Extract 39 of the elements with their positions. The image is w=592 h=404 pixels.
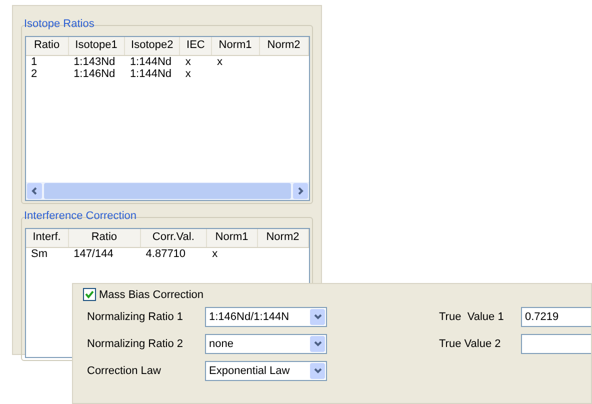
column-header[interactable]: Isotope1 [68,37,125,55]
group-title: Isotope Ratios [24,18,96,30]
column-header[interactable]: Ratio [26,37,69,55]
input-field[interactable]: 0.7219 [521,307,591,327]
input-field[interactable] [521,334,591,354]
dropdown[interactable]: none [205,334,327,354]
table-cell-text: 1:143Nd [72,56,116,68]
field-label: Correction Law [87,365,162,377]
column-header[interactable]: Isotope2 [124,37,180,55]
column-header[interactable]: Norm1 [212,37,260,55]
dropdown[interactable]: 1:146Nd/1:144N [205,307,327,327]
column-header[interactable]: Norm2 [258,229,309,247]
table-cell-text: Sm [30,248,48,260]
table-cell-text: 1 [30,56,38,68]
dropdown[interactable]: Exponential Law [205,361,327,381]
table-cell-text: 1:144Nd [128,56,173,68]
group-title: Interference Correction [24,210,138,222]
field-label: Normalizing Ratio 2 [87,338,184,350]
table-cell-text: 1:146Nd [72,68,116,80]
table-cell-text: x [216,56,224,68]
field-label: True Value 1 [439,311,505,323]
column-header[interactable]: Interf. [26,229,69,247]
table-cell-text: 147/144 [72,248,114,260]
field-label: True Value 2 [439,338,502,350]
table-cell-text: 4.87710 [144,248,187,260]
column-header[interactable]: Norm1 [207,229,258,247]
table-cell-text: x [184,56,192,68]
column-header[interactable]: Corr.Val. [140,229,208,247]
horizontal-scrollbar[interactable] [26,182,309,200]
column-header[interactable]: IEC [180,37,212,55]
table-cell-text: 2 [30,68,38,80]
column-header[interactable]: Norm2 [260,37,310,55]
checkbox-label[interactable]: Mass Bias Correction [99,288,204,300]
table-cell-text: x [211,248,219,260]
table-cell-text: 1:144Nd [128,68,173,80]
checkbox[interactable] [83,288,96,301]
field-label: Normalizing Ratio 1 [87,311,184,323]
table-cell-text: x [184,68,192,80]
column-header[interactable]: Ratio [68,229,141,247]
